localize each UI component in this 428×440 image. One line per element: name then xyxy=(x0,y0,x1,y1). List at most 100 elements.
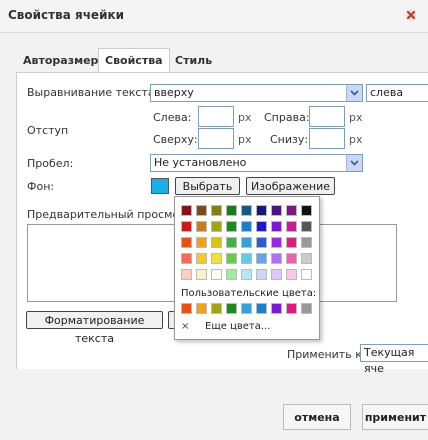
cell-properties-dialog: Свойства ячейки Авторазмер Свойства Стил… xyxy=(0,0,428,440)
color-swatch[interactable] xyxy=(271,253,282,264)
color-swatch[interactable] xyxy=(286,205,297,216)
chevron-down-icon xyxy=(346,85,362,101)
padding-left-input[interactable] xyxy=(198,106,234,127)
color-swatch[interactable] xyxy=(181,205,192,216)
padding-left-label: Слева: xyxy=(153,111,192,124)
color-swatch[interactable] xyxy=(241,221,252,232)
color-swatch[interactable] xyxy=(256,253,267,264)
padding-left-unit: px xyxy=(238,111,252,124)
dialog-title: Свойства ячейки xyxy=(8,8,125,22)
color-swatch[interactable] xyxy=(301,221,312,232)
color-swatch[interactable] xyxy=(241,205,252,216)
color-swatch[interactable] xyxy=(286,237,297,248)
background-color-swatch xyxy=(151,178,169,194)
horizontal-align-select[interactable]: слева xyxy=(366,84,428,102)
color-swatch[interactable] xyxy=(301,253,312,264)
apply-to-label: Применить к: xyxy=(287,348,366,361)
color-swatch[interactable] xyxy=(226,237,237,248)
color-swatch[interactable] xyxy=(256,221,267,232)
color-swatch[interactable] xyxy=(196,253,207,264)
vertical-align-select[interactable]: вверху xyxy=(150,84,363,102)
more-colors-label[interactable]: Еще цвета... xyxy=(205,321,270,332)
custom-color-swatch[interactable] xyxy=(286,303,297,314)
color-swatch[interactable] xyxy=(241,269,252,280)
custom-color-swatch[interactable] xyxy=(271,303,282,314)
padding-bottom-unit: px xyxy=(349,133,363,146)
custom-color-swatch[interactable] xyxy=(301,303,312,314)
color-swatch[interactable] xyxy=(241,253,252,264)
color-swatch[interactable] xyxy=(271,269,282,280)
cancel-button[interactable]: отмена xyxy=(283,404,351,430)
color-swatch[interactable] xyxy=(196,221,207,232)
color-swatch[interactable] xyxy=(181,253,192,264)
close-icon[interactable] xyxy=(404,8,418,22)
color-swatch[interactable] xyxy=(211,205,222,216)
color-swatch[interactable] xyxy=(181,221,192,232)
color-swatch[interactable] xyxy=(286,253,297,264)
close-icon[interactable]: × xyxy=(181,321,195,332)
color-swatch[interactable] xyxy=(211,269,222,280)
custom-color-swatch[interactable] xyxy=(226,303,237,314)
spacing-value: Не установлено xyxy=(154,156,247,169)
color-swatch[interactable] xyxy=(226,205,237,216)
more-colors-item[interactable]: × Еще цвета... xyxy=(181,321,270,332)
color-swatch[interactable] xyxy=(181,237,192,248)
color-swatch[interactable] xyxy=(211,237,222,248)
color-swatch[interactable] xyxy=(286,221,297,232)
spacing-label: Пробел: xyxy=(27,157,74,170)
color-swatch[interactable] xyxy=(226,269,237,280)
chevron-down-icon xyxy=(346,155,362,171)
padding-label: Отступ xyxy=(27,124,69,137)
color-swatch[interactable] xyxy=(271,205,282,216)
color-swatch[interactable] xyxy=(301,269,312,280)
spacing-select[interactable]: Не установлено xyxy=(150,154,363,172)
dialog-titlebar: Свойства ячейки xyxy=(0,0,428,33)
tab-style[interactable]: Стиль xyxy=(168,48,219,72)
tab-properties[interactable]: Свойства xyxy=(98,48,170,73)
custom-color-swatch[interactable] xyxy=(181,303,192,314)
padding-bottom-label: Снизу: xyxy=(270,133,309,146)
choose-color-button[interactable]: Выбрать xyxy=(175,177,240,195)
padding-top-input[interactable] xyxy=(198,128,234,149)
custom-color-swatch[interactable] xyxy=(196,303,207,314)
color-swatch[interactable] xyxy=(226,253,237,264)
color-swatch[interactable] xyxy=(211,221,222,232)
apply-to-value: Текущая яче xyxy=(364,346,415,375)
custom-color-swatch[interactable] xyxy=(241,303,252,314)
color-palette-popup: Пользовательские цвета: × Еще цвета... xyxy=(174,196,320,340)
color-swatch[interactable] xyxy=(211,253,222,264)
color-swatch[interactable] xyxy=(256,205,267,216)
color-swatch[interactable] xyxy=(196,237,207,248)
padding-right-input[interactable] xyxy=(309,106,345,127)
background-image-button[interactable]: Изображение xyxy=(246,177,335,195)
apply-button[interactable]: применит xyxy=(362,404,428,430)
color-swatch[interactable] xyxy=(271,237,282,248)
color-swatch[interactable] xyxy=(301,237,312,248)
padding-bottom-input[interactable] xyxy=(309,128,345,149)
padding-right-label: Справа: xyxy=(264,111,310,124)
custom-colors-label: Пользовательские цвета: xyxy=(181,288,317,299)
color-swatch[interactable] xyxy=(196,205,207,216)
padding-top-label: Сверху: xyxy=(153,133,198,146)
color-swatch[interactable] xyxy=(226,221,237,232)
color-swatch[interactable] xyxy=(301,205,312,216)
color-swatch[interactable] xyxy=(256,237,267,248)
custom-color-swatch[interactable] xyxy=(256,303,267,314)
format-text-button[interactable]: Форматирование текста xyxy=(26,311,163,345)
color-swatch[interactable] xyxy=(196,269,207,280)
padding-top-unit: px xyxy=(238,133,252,146)
color-swatch[interactable] xyxy=(271,221,282,232)
apply-to-select[interactable]: Текущая яче xyxy=(360,344,428,375)
color-swatch[interactable] xyxy=(256,269,267,280)
custom-color-swatch[interactable] xyxy=(211,303,222,314)
alignment-label: Выравнивание текста: xyxy=(27,86,159,99)
tab-autosize[interactable]: Авторазмер xyxy=(16,48,105,72)
background-label: Фон: xyxy=(27,180,55,193)
color-swatch[interactable] xyxy=(181,269,192,280)
color-swatch[interactable] xyxy=(241,237,252,248)
preview-label: Предварительный просмотр: xyxy=(27,208,197,221)
vertical-align-value: вверху xyxy=(154,86,194,99)
color-swatch[interactable] xyxy=(286,269,297,280)
horizontal-align-value: слева xyxy=(370,86,404,99)
padding-right-unit: px xyxy=(349,111,363,124)
